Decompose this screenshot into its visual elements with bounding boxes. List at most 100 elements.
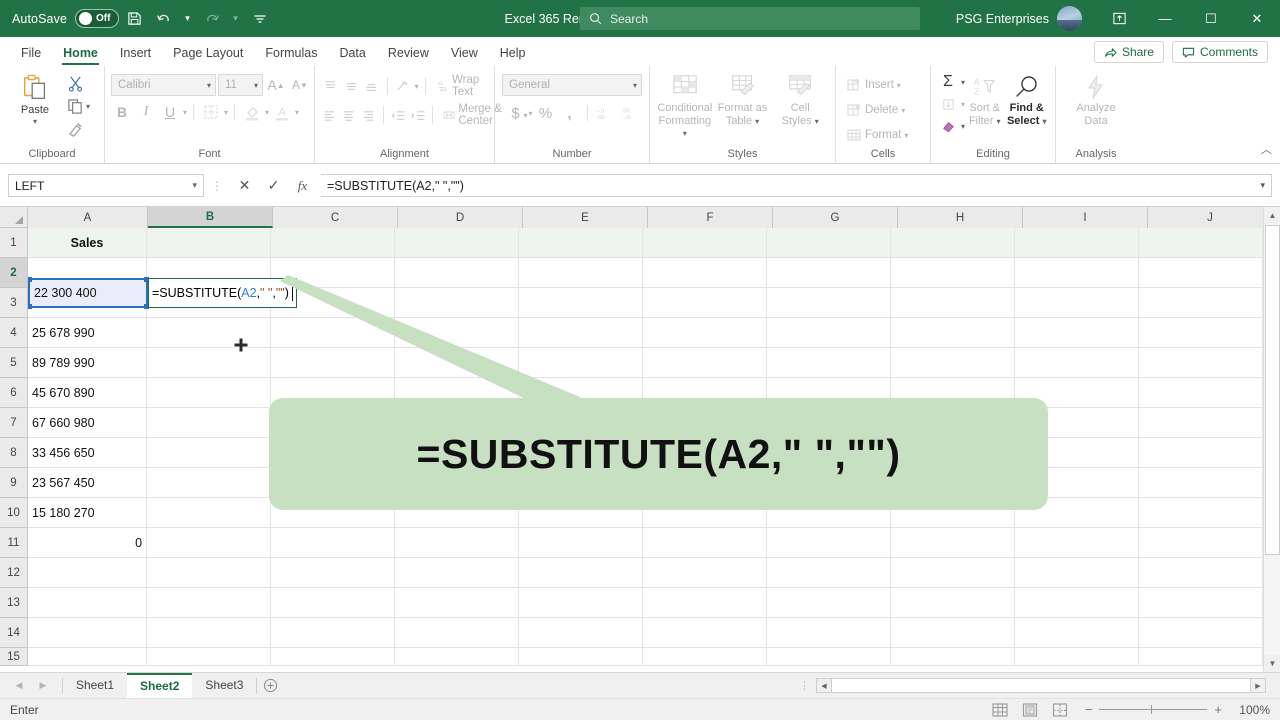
cell-f11[interactable] (643, 528, 768, 558)
cell-j2[interactable] (1139, 258, 1263, 288)
cell-g12[interactable] (767, 558, 892, 588)
analyze-data-button[interactable]: Analyze Data (1067, 69, 1125, 127)
comments-button[interactable]: Comments (1171, 41, 1268, 63)
formula-bar-grip[interactable]: ⋮ (204, 179, 230, 193)
cell-h15[interactable] (891, 648, 1016, 666)
cell-b14[interactable] (147, 618, 272, 648)
align-right-button[interactable] (360, 104, 377, 126)
account-name[interactable]: PSG Enterprises (956, 12, 1049, 26)
cell-e13[interactable] (519, 588, 644, 618)
font-size-caret-icon[interactable]: ▾ (246, 81, 258, 90)
column-header-h[interactable]: H (898, 207, 1023, 228)
paste-dropdown-icon[interactable]: ▾ (33, 117, 37, 126)
previous-sheet-icon[interactable]: ◀ (8, 675, 30, 697)
row-header-11[interactable]: 11 (0, 528, 28, 558)
cell-c1[interactable] (271, 228, 396, 258)
align-left-button[interactable] (321, 104, 338, 126)
autosave-toggle[interactable]: Off (75, 9, 120, 28)
cell-i11[interactable] (1015, 528, 1140, 558)
cell-i3[interactable] (1015, 288, 1140, 318)
scroll-right-icon[interactable]: ▶ (1250, 679, 1265, 692)
cell-i13[interactable] (1015, 588, 1140, 618)
fill-color-button[interactable] (241, 101, 263, 123)
confirm-icon[interactable]: ✓ (259, 174, 288, 197)
cell-a15[interactable] (28, 648, 148, 666)
vertical-scroll-thumb[interactable] (1265, 225, 1280, 555)
tab-view[interactable]: View (440, 44, 489, 66)
share-button[interactable]: Share (1093, 41, 1164, 63)
cell-a8[interactable]: 33 456 650 (28, 438, 148, 468)
cell-b12[interactable] (147, 558, 272, 588)
row-header-2[interactable]: 2 (0, 258, 28, 288)
row-header-5[interactable]: 5 (0, 348, 28, 378)
row-header-14[interactable]: 14 (0, 618, 28, 648)
minimize-button[interactable]: — (1142, 0, 1188, 37)
cell-h12[interactable] (891, 558, 1016, 588)
column-header-g[interactable]: G (773, 207, 898, 228)
tab-page-layout[interactable]: Page Layout (162, 44, 254, 66)
cell-d15[interactable] (395, 648, 520, 666)
cell-i5[interactable] (1015, 348, 1140, 378)
page-layout-view-icon[interactable] (1015, 700, 1045, 720)
font-color-button[interactable]: A (271, 101, 293, 123)
cell-g5[interactable] (767, 348, 892, 378)
insert-function-icon[interactable]: fx (288, 174, 317, 197)
save-icon[interactable] (121, 6, 148, 32)
cell-styles-button[interactable]: Cell Styles ▾ (771, 69, 829, 128)
insert-cells-dropdown-icon[interactable]: ▾ (897, 81, 901, 90)
redo-dropdown-icon[interactable]: ▾ (227, 6, 244, 32)
font-family-caret-icon[interactable]: ▾ (199, 81, 211, 90)
borders-button[interactable] (200, 101, 222, 123)
cell-f12[interactable] (643, 558, 768, 588)
increase-font-size-button[interactable]: A ▲ (265, 74, 287, 96)
cell-a1[interactable]: Sales (28, 228, 148, 258)
row-header-3[interactable]: 3 (0, 288, 28, 318)
row-header-12[interactable]: 12 (0, 558, 28, 588)
cell-h14[interactable] (891, 618, 1016, 648)
cell-a6[interactable]: 45 670 890 (28, 378, 148, 408)
undo-icon[interactable] (150, 6, 177, 32)
cell-a4[interactable]: 25 678 990 (28, 318, 148, 348)
column-header-e[interactable]: E (523, 207, 648, 228)
fill-color-dropdown-icon[interactable]: ▾ (265, 108, 269, 117)
autosum-button[interactable]: Σ (937, 71, 959, 93)
cell-a10[interactable]: 15 180 270 (28, 498, 148, 528)
cell-b4[interactable] (147, 318, 272, 348)
decrease-indent-button[interactable] (390, 104, 407, 126)
cell-d14[interactable] (395, 618, 520, 648)
paste-button[interactable]: Paste ▾ (6, 69, 64, 126)
align-top-button[interactable] (321, 75, 340, 97)
cell-b8[interactable] (147, 438, 272, 468)
editing-cell-b2[interactable]: =SUBSTITUTE(A2, " ", "") (148, 278, 297, 308)
page-break-preview-icon[interactable] (1045, 700, 1075, 720)
cell-c11[interactable] (271, 528, 396, 558)
orientation-button[interactable] (394, 75, 413, 97)
percent-style-button[interactable]: % (535, 102, 557, 124)
copy-dropdown-icon[interactable]: ▾ (86, 102, 90, 111)
cell-b15[interactable] (147, 648, 272, 666)
column-header-j[interactable]: J (1148, 207, 1273, 228)
cell-g13[interactable] (767, 588, 892, 618)
format-cells-button[interactable]: Format ▾ (842, 123, 912, 147)
font-family-combo[interactable]: Calibri ▾ (111, 74, 216, 96)
cell-b11[interactable] (147, 528, 272, 558)
undo-dropdown-icon[interactable]: ▾ (179, 6, 196, 32)
collapse-ribbon-icon[interactable]: ︿ (1261, 141, 1272, 157)
cell-e1[interactable] (519, 228, 644, 258)
cell-j1[interactable] (1139, 228, 1263, 258)
column-header-a[interactable]: A (28, 207, 148, 228)
increase-indent-button[interactable] (409, 104, 426, 126)
scroll-down-icon[interactable]: ▼ (1264, 655, 1280, 672)
format-as-table-button[interactable]: Format as Table ▾ (714, 69, 772, 128)
row-header-7[interactable]: 7 (0, 408, 28, 438)
cell-h2[interactable] (891, 258, 1016, 288)
vertical-scrollbar[interactable]: ▲ ▼ (1263, 207, 1280, 672)
accounting-format-button[interactable]: $ (504, 102, 526, 124)
cell-j4[interactable] (1139, 318, 1263, 348)
customize-qat-icon[interactable] (246, 6, 273, 32)
add-sheet-button[interactable] (257, 673, 283, 699)
cut-button[interactable] (64, 72, 86, 94)
row-header-1[interactable]: 1 (0, 228, 28, 258)
cell-i15[interactable] (1015, 648, 1140, 666)
number-format-combo[interactable]: General ▾ (502, 74, 642, 96)
